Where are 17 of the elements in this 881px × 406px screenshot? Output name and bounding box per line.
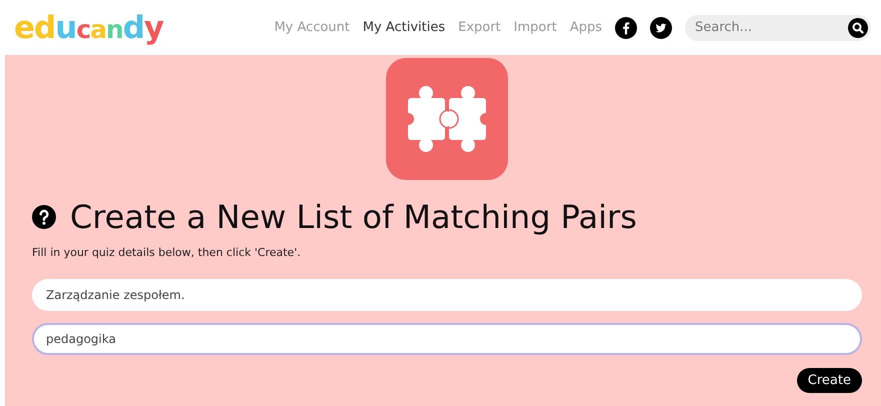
text-field[interactable]: Zarządzanie zespołem.	[32, 279, 862, 311]
nav-link[interactable]: Apps	[570, 20, 602, 35]
search-field[interactable]: Search...	[685, 14, 871, 40]
instructions: Fill in your quiz details below, then click 'Create'.	[32, 246, 302, 259]
nav-link[interactable]: My Activities	[362, 20, 446, 35]
puzzle-icon	[386, 58, 508, 180]
text-field[interactable]: pedagogika	[32, 323, 862, 355]
nav-link[interactable]: My Account	[274, 20, 350, 35]
logo[interactable]: educandy	[14, 10, 164, 46]
twitter-icon[interactable]	[650, 16, 672, 38]
facebook-icon[interactable]	[615, 16, 637, 38]
create-button[interactable]: Create	[796, 368, 862, 393]
help-icon[interactable]	[32, 205, 56, 229]
nav-link[interactable]: Import	[514, 20, 557, 35]
nav-link[interactable]: Export	[458, 20, 501, 35]
page-title: Create a New List of Matching Pairs	[70, 198, 637, 236]
search-icon[interactable]	[848, 18, 868, 38]
